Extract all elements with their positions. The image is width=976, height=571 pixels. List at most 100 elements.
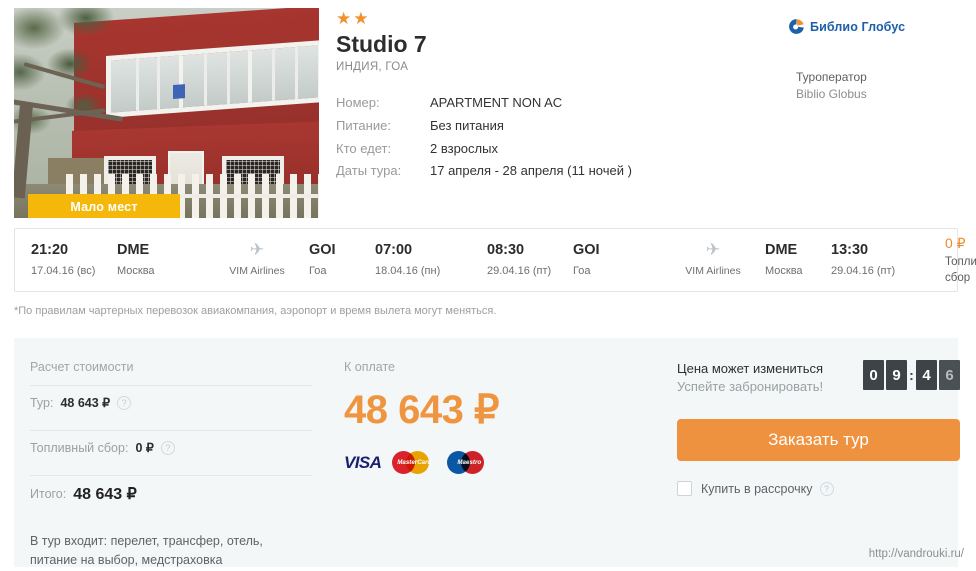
countdown-digit-4: 6 [939, 360, 960, 390]
notice-line-2: Успейте забронировать! [677, 379, 824, 394]
hotel-photo[interactable]: Мало мест [14, 8, 319, 218]
operator-logo-text: Библио Глобус [810, 19, 906, 34]
star-rating-icon: ★★ [336, 9, 371, 28]
countdown-digit-2: 9 [886, 360, 907, 390]
hotel-location: ИНДИЯ, ГОА [336, 61, 409, 74]
outbound-arrive-date: 18.04.16 (пн) [375, 264, 441, 277]
countdown-separator: : [909, 367, 914, 383]
inbound-carrier: ✈ VIM Airlines [661, 229, 765, 291]
biblio-globus-logo-icon [788, 18, 805, 35]
breakdown-label: Топливный сбор: [30, 440, 129, 455]
outbound-arrival: 07:00 18.04.16 (пн) [375, 229, 471, 291]
page-title: Studio 7 [336, 31, 427, 57]
spec-label: Номер: [336, 95, 380, 111]
info-icon[interactable]: ? [819, 481, 834, 496]
price-breakdown: Расчет стоимости Тур: 48 643 ₽ ? Топливн… [30, 360, 312, 571]
hotel-spec-list: Номер: APARTMENT NON AC Питание: Без пит… [336, 92, 766, 182]
flight-leg-inbound[interactable]: 08:30 29.04.16 (пт) GOI Гоа ✈ VIM Airlin… [471, 229, 927, 291]
outbound-origin-code: DME [117, 242, 150, 259]
fuel-surcharge-amount: 0 ₽ [945, 234, 966, 251]
countdown-digit-3: 4 [916, 360, 937, 390]
inbound-origin-city: Гоа [573, 264, 591, 277]
operator-logo[interactable]: Библио Глобус [788, 18, 968, 35]
accepted-cards: VISA MasterCard Maestro [344, 449, 644, 476]
booking-actions: Цена может измениться Успейте заброниров… [677, 360, 960, 496]
outbound-carrier: ✈ VIM Airlines [205, 229, 309, 291]
operator-name: Biblio Globus [796, 87, 867, 101]
spec-row-room: Номер: APARTMENT NON AC [336, 92, 766, 115]
fuel-surcharge-cell: 0 ₽ Топливный сбор [927, 229, 976, 291]
outbound-destination: GOI Гоа [309, 229, 375, 291]
outbound-depart-date: 17.04.16 (вс) [31, 264, 96, 277]
fuel-surcharge-label: Топливный сбор [945, 256, 976, 284]
mastercard-label: MasterCard [397, 459, 432, 466]
inbound-depart-date: 29.04.16 (пт) [487, 264, 552, 277]
breakdown-row-total: Итого: 48 643 ₽ [30, 476, 312, 512]
inbound-arrival: 13:30 29.04.16 (пт) [831, 229, 927, 291]
notice-texts: Цена может измениться Успейте заброниров… [677, 360, 823, 394]
outbound-destination-code: GOI [309, 242, 336, 259]
outbound-departure: 21:20 17.04.16 (вс) [31, 229, 117, 291]
maestro-label: Maestro [457, 459, 482, 466]
outbound-origin-city: Москва [117, 264, 155, 277]
installment-option[interactable]: Купить в рассрочку ? [677, 481, 960, 496]
spec-value: 2 взрослых [430, 140, 498, 156]
inbound-depart-time: 08:30 [487, 242, 525, 259]
outbound-arrive-time: 07:00 [375, 242, 413, 259]
inbound-departure: 08:30 29.04.16 (пт) [487, 229, 573, 291]
info-icon[interactable]: ? [117, 395, 132, 410]
inbound-airline: VIM Airlines [685, 265, 741, 278]
flight-leg-outbound[interactable]: 21:20 17.04.16 (вс) DME Москва ✈ VIM Air… [15, 229, 471, 291]
flight-details-box: 21:20 17.04.16 (вс) DME Москва ✈ VIM Air… [14, 228, 976, 292]
total-label: Итого: [30, 487, 67, 501]
spec-row-dates: Даты тура: 17 апреля - 28 апреля (11 ноч… [336, 160, 766, 183]
spec-label: Кто едет: [336, 140, 392, 156]
tour-operator-block: Библио Глобус Туроператор Biblio Globus [788, 18, 968, 101]
spec-label: Даты тура: [336, 163, 402, 179]
spec-value: APARTMENT NON AC [430, 95, 563, 111]
payment-amount: 48 643 ₽ [344, 388, 499, 432]
visa-icon: VISA [344, 452, 382, 472]
spec-value: 17 апреля - 28 апреля (11 ночей ) [430, 163, 632, 179]
spec-label: Питание: [336, 118, 391, 134]
breakdown-row-tour: Тур: 48 643 ₽ ? [30, 386, 312, 419]
outbound-destination-city: Гоа [309, 264, 327, 277]
payment-title: К оплате [344, 360, 395, 374]
maestro-icon: Maestro [447, 449, 491, 476]
inbound-arrive-date: 29.04.16 (пт) [831, 264, 896, 277]
hotel-info: ★★ Studio 7 ИНДИЯ, ГОА Номер: APARTMENT … [336, 10, 766, 183]
price-change-notice: Цена может измениться Успейте заброниров… [677, 360, 960, 394]
info-icon[interactable]: ? [160, 440, 175, 455]
spec-value: Без питания [430, 118, 504, 134]
payment-summary: К оплате 48 643 ₽ VISA MasterCard Maestr… [344, 360, 644, 476]
mastercard-icon: MasterCard [392, 449, 436, 476]
outbound-depart-time: 21:20 [31, 242, 69, 259]
breakdown-value: 0 ₽ [135, 441, 154, 455]
outbound-origin: DME Москва [117, 229, 205, 291]
airplane-icon: ✈ [249, 240, 265, 260]
hotel-summary-section: Мало мест ★★ Studio 7 ИНДИЯ, ГОА Номер: … [0, 0, 976, 222]
operator-details: Туроператор Biblio Globus [788, 70, 968, 101]
installment-checkbox[interactable] [677, 481, 692, 496]
tour-includes-text: В тур входит: перелет, трансфер, отель, … [30, 534, 263, 568]
charter-disclaimer: *По правилам чартерных перевозок авиаком… [14, 305, 497, 317]
breakdown-label: Тур: [30, 395, 54, 410]
breakdown-value: 48 643 ₽ [60, 396, 111, 410]
spec-row-guests: Кто едет: 2 взрослых [336, 138, 766, 161]
inbound-origin-code: GOI [573, 242, 600, 259]
inbound-destination: DME Москва [765, 229, 831, 291]
total-value: 48 643 ₽ [73, 486, 137, 503]
booking-panel: Расчет стоимости Тур: 48 643 ₽ ? Топливн… [14, 338, 960, 567]
watermark: http://vandrouki.ru/ [868, 548, 964, 560]
breakdown-row-fuel: Топливный сбор: 0 ₽ ? [30, 431, 312, 464]
status-badge-few-places: Мало мест [28, 194, 180, 218]
inbound-destination-code: DME [765, 242, 798, 259]
inbound-destination-city: Москва [765, 264, 803, 277]
photo-tree [14, 8, 150, 199]
order-tour-button[interactable]: Заказать тур [677, 419, 960, 461]
price-breakdown-title: Расчет стоимости [30, 360, 134, 374]
countdown-digit-1: 0 [863, 360, 884, 390]
outbound-airline: VIM Airlines [229, 265, 285, 278]
operator-label: Туроператор [796, 70, 867, 84]
inbound-origin: GOI Гоа [573, 229, 661, 291]
